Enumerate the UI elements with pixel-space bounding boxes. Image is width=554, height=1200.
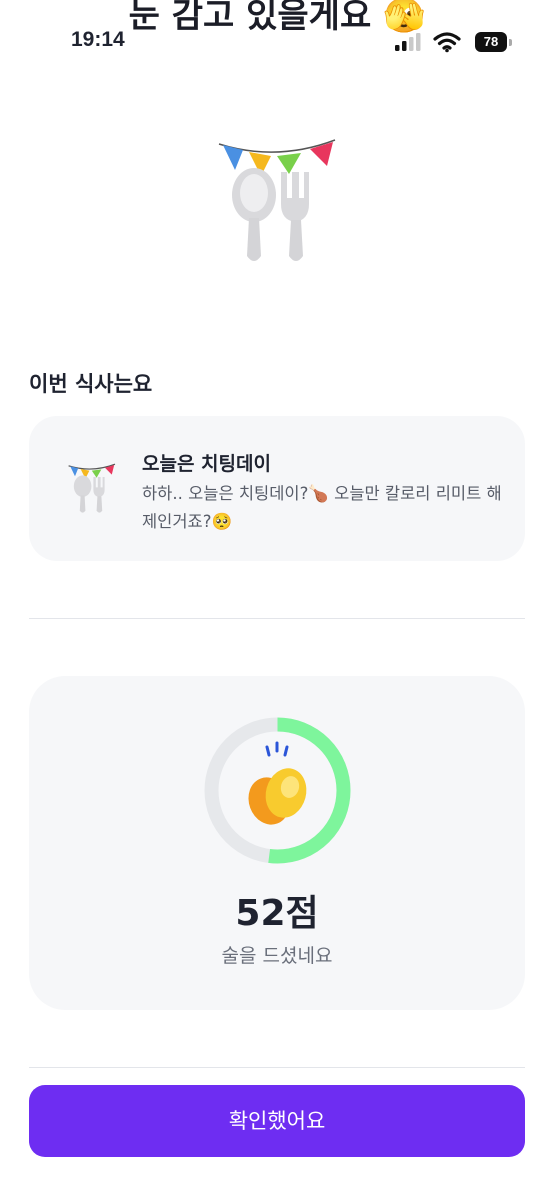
status-bar: 19:14 78 <box>0 0 554 60</box>
score-gauge <box>204 717 351 864</box>
divider <box>29 1067 525 1068</box>
cellular-signal-icon <box>395 33 421 51</box>
party-spoon-fork-icon <box>68 463 116 513</box>
meal-description: 하하.. 오늘은 치팅데이?🍗 오늘만 칼로리 리미트 해제인거죠?🥺 <box>142 484 502 531</box>
wifi-icon <box>433 32 461 53</box>
divider <box>29 618 525 619</box>
party-spoon-fork-icon <box>218 139 336 261</box>
score-card: 52점 술을 드셨네요 <box>29 676 525 1010</box>
meal-card: 오늘은 치팅데이 하하.. 오늘은 치팅데이?🍗 오늘만 칼로리 리미트 해제인… <box>29 416 525 561</box>
meal-title: 오늘은 치팅데이 <box>142 453 271 475</box>
clapping-hands-icon <box>248 741 307 825</box>
section-title: 이번 식사는요 <box>29 372 153 396</box>
battery-level: 78 <box>483 34 499 49</box>
battery-icon: 78 <box>475 32 512 52</box>
confirm-button[interactable]: 확인했어요 <box>29 1085 525 1157</box>
status-icons: 78 <box>395 31 512 53</box>
score-value: 52점 <box>235 893 319 934</box>
score-caption: 술을 드셨네요 <box>221 945 333 967</box>
status-time: 19:14 <box>71 28 125 51</box>
